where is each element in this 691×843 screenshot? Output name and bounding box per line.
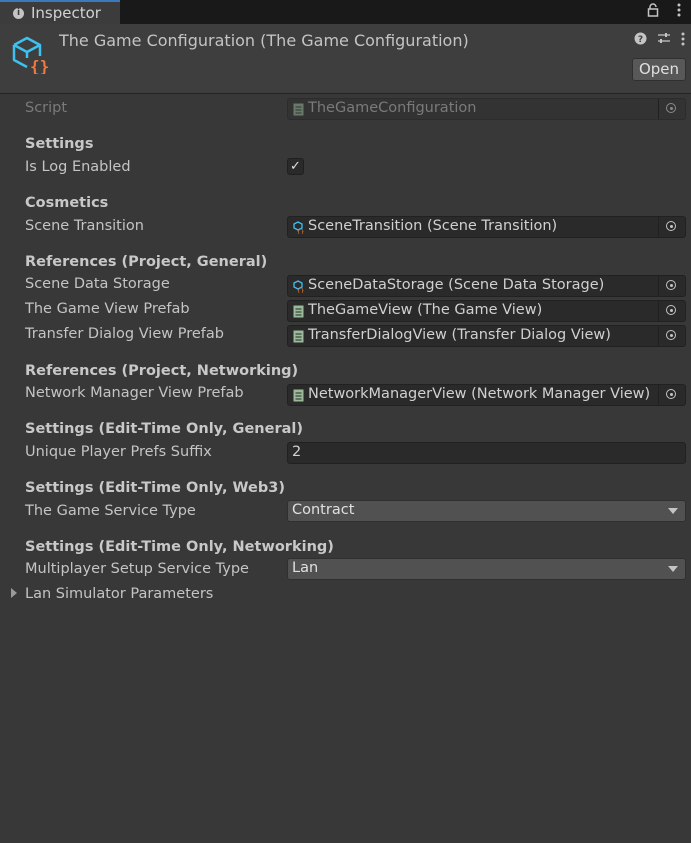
game-view-prefab-label: The Game View Prefab: [25, 301, 190, 317]
kebab-menu-icon[interactable]: [677, 3, 681, 21]
section-heading-references-networking: References (Project, Networking): [25, 363, 299, 379]
prefs-suffix-label: Unique Player Prefs Suffix: [25, 444, 212, 460]
svg-text:?: ?: [638, 35, 643, 45]
presets-icon[interactable]: [657, 32, 671, 50]
script-file-icon: [293, 103, 304, 116]
object-picker-button[interactable]: [658, 276, 685, 296]
checkmark-icon: ✓: [290, 159, 301, 174]
tab-inspector-label: Inspector: [31, 4, 101, 22]
service-type-label: The Game Service Type: [25, 503, 196, 519]
help-icon[interactable]: ?: [634, 32, 647, 50]
foldout-arrow-icon[interactable]: [11, 588, 17, 598]
chevron-down-icon: [668, 508, 678, 514]
info-icon: i: [13, 8, 24, 19]
scene-transition-value: SceneTransition (Scene Transition): [308, 218, 558, 234]
prefs-suffix-input[interactable]: 2: [287, 442, 686, 464]
scriptable-object-icon: {}: [293, 280, 304, 293]
scene-data-storage-field[interactable]: {} SceneDataStorage (Scene Data Storage): [287, 275, 686, 297]
transfer-dialog-prefab-value: TransferDialogView (Transfer Dialog View…: [308, 327, 611, 343]
network-manager-prefab-label: Network Manager View Prefab: [25, 385, 244, 401]
script-file-icon: [293, 305, 304, 318]
object-picker-button[interactable]: [658, 326, 685, 346]
page-title: The Game Configuration (The Game Configu…: [59, 31, 469, 50]
section-heading-edit-general: Settings (Edit-Time Only, General): [25, 421, 303, 437]
script-label: Script: [25, 100, 68, 116]
service-type-dropdown[interactable]: Contract: [287, 500, 686, 522]
prefs-suffix-value: 2: [292, 444, 302, 460]
scriptable-object-icon: {}: [293, 221, 304, 234]
tab-bar: i Inspector: [0, 0, 691, 25]
log-enabled-label: Is Log Enabled: [25, 159, 131, 175]
svg-text:{}: {}: [297, 229, 304, 234]
log-enabled-checkbox[interactable]: ✓: [287, 158, 304, 175]
open-button[interactable]: Open: [632, 58, 686, 81]
multiplayer-type-dropdown[interactable]: Lan: [287, 558, 686, 580]
lock-icon[interactable]: [647, 3, 659, 21]
inspector-header: {} The Game Configuration (The Game Conf…: [0, 24, 691, 94]
object-picker-button[interactable]: [658, 301, 685, 321]
transfer-dialog-prefab-label: Transfer Dialog View Prefab: [25, 326, 224, 342]
section-heading-edit-web3: Settings (Edit-Time Only, Web3): [25, 480, 285, 496]
lan-simulator-foldout[interactable]: Lan Simulator Parameters: [25, 586, 213, 602]
multiplayer-type-value: Lan: [292, 560, 319, 576]
script-file-icon: [293, 330, 304, 343]
object-picker-button[interactable]: [658, 385, 685, 405]
section-heading-references-general: References (Project, General): [25, 254, 268, 270]
object-picker-button: [658, 99, 685, 119]
scene-transition-label: Scene Transition: [25, 218, 144, 234]
multiplayer-type-label: Multiplayer Setup Service Type: [25, 561, 249, 577]
game-view-prefab-value: TheGameView (The Game View): [308, 302, 543, 318]
scriptable-object-icon: {}: [12, 36, 49, 74]
script-field: TheGameConfiguration: [287, 98, 686, 120]
chevron-down-icon: [668, 566, 678, 572]
scene-transition-field[interactable]: {} SceneTransition (Scene Transition): [287, 216, 686, 238]
scene-data-storage-label: Scene Data Storage: [25, 276, 170, 292]
transfer-dialog-prefab-field[interactable]: TransferDialogView (Transfer Dialog View…: [287, 325, 686, 347]
kebab-menu-icon[interactable]: [681, 32, 685, 50]
tab-inspector[interactable]: i Inspector: [0, 0, 120, 25]
section-heading-edit-networking: Settings (Edit-Time Only, Networking): [25, 539, 334, 555]
svg-text:{}: {}: [297, 288, 304, 293]
service-type-value: Contract: [292, 502, 355, 518]
script-file-icon: [293, 389, 304, 402]
script-value: TheGameConfiguration: [308, 100, 477, 116]
section-heading-cosmetics: Cosmetics: [25, 195, 109, 211]
scene-data-storage-value: SceneDataStorage (Scene Data Storage): [308, 277, 605, 293]
network-manager-prefab-value: NetworkManagerView (Network Manager View…: [308, 386, 651, 402]
svg-text:{}: {}: [30, 57, 49, 74]
game-view-prefab-field[interactable]: TheGameView (The Game View): [287, 300, 686, 322]
object-picker-button[interactable]: [658, 217, 685, 237]
section-heading-settings: Settings: [25, 136, 94, 152]
network-manager-prefab-field[interactable]: NetworkManagerView (Network Manager View…: [287, 384, 686, 406]
